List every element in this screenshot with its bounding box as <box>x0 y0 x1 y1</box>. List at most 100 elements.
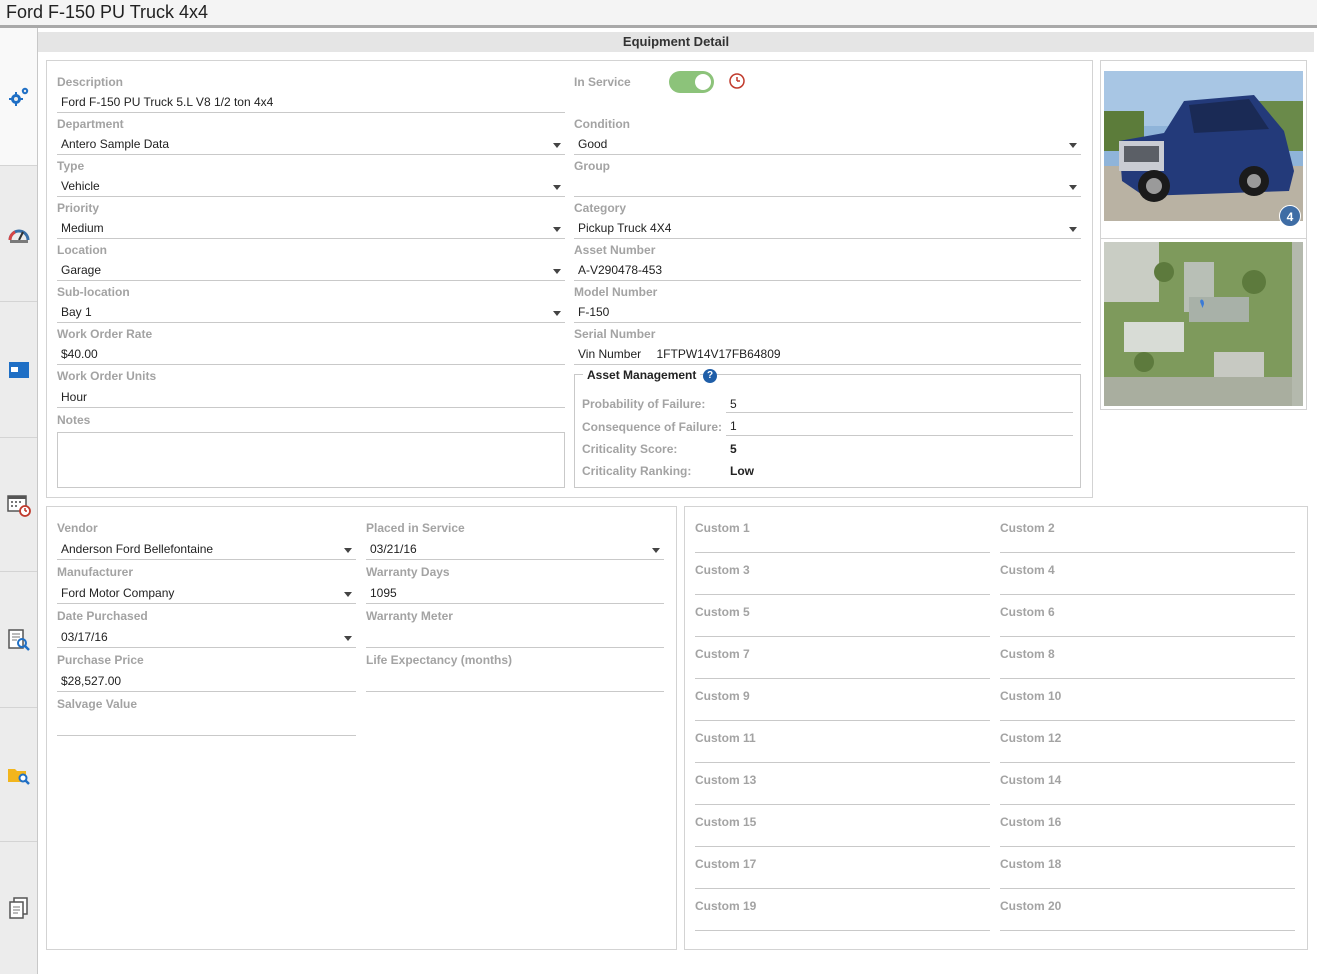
life-expectancy-field[interactable] <box>366 672 664 692</box>
sidebar-item-copy-document[interactable] <box>0 842 37 974</box>
warranty-days-label: Warranty Days <box>366 565 450 579</box>
map-panel[interactable] <box>1100 238 1307 410</box>
sidebar-item-equipment-detail[interactable] <box>0 28 37 166</box>
priority-value: Medium <box>61 221 104 235</box>
custom-13-field[interactable] <box>695 785 990 805</box>
location-dropdown[interactable]: Garage <box>57 261 565 281</box>
consequence-of-failure-label: Consequence of Failure: <box>582 420 723 434</box>
sidebar-item-meters[interactable] <box>0 166 37 302</box>
custom-4-field[interactable] <box>1000 575 1295 595</box>
work-order-units-label: Work Order Units <box>57 369 157 383</box>
consequence-underline <box>726 435 1073 436</box>
custom-19-field[interactable] <box>695 911 990 931</box>
date-purchased-label: Date Purchased <box>57 609 148 623</box>
priority-dropdown[interactable]: Medium <box>57 219 565 239</box>
model-number-field[interactable]: F-150 <box>574 303 1081 323</box>
consequence-of-failure-value[interactable]: 1 <box>730 419 737 433</box>
department-dropdown[interactable]: Antero Sample Data <box>57 135 565 155</box>
priority-label: Priority <box>57 201 100 215</box>
sidebar-item-folder-search[interactable] <box>0 708 37 842</box>
date-purchased-value: 03/17/16 <box>61 630 108 644</box>
chevron-down-icon <box>344 636 352 641</box>
warranty-days-field[interactable]: 1095 <box>366 584 664 604</box>
probability-of-failure-value[interactable]: 5 <box>730 397 737 411</box>
document-search-icon <box>7 628 30 651</box>
custom-7-field[interactable] <box>695 659 990 679</box>
custom-fields-panel: Custom 1 Custom 2 Custom 3 Custom 4 Custom 5… <box>684 506 1308 950</box>
manufacturer-dropdown[interactable]: Ford Motor Company <box>57 584 356 604</box>
model-number-value: F-150 <box>578 305 610 319</box>
custom-18-field[interactable] <box>1000 869 1295 889</box>
vehicle-photo[interactable] <box>1104 71 1303 221</box>
main-content: Equipment Detail Description Ford F-150 … <box>38 28 1317 974</box>
work-order-rate-label: Work Order Rate <box>57 327 153 341</box>
custom-5-field[interactable] <box>695 617 990 637</box>
salvage-value-field[interactable] <box>57 716 356 736</box>
group-label: Group <box>574 159 610 173</box>
window-title: Ford F-150 PU Truck 4x4 <box>6 2 209 22</box>
serial-number-value: 1FTPW14V17FB64809 <box>656 347 781 361</box>
date-purchased-dropdown[interactable]: 03/17/16 <box>57 628 356 648</box>
custom-20-field[interactable] <box>1000 911 1295 931</box>
warranty-meter-field[interactable] <box>366 628 664 648</box>
notes-textarea[interactable] <box>57 432 565 488</box>
custom-6-field[interactable] <box>1000 617 1295 637</box>
description-field[interactable]: Ford F-150 PU Truck 5.L V8 1/2 ton 4x4 <box>57 93 565 113</box>
type-dropdown[interactable]: Vehicle <box>57 177 565 197</box>
vendor-label: Vendor <box>57 521 98 535</box>
sidebar-item-window[interactable] <box>0 302 37 438</box>
custom-16-field[interactable] <box>1000 827 1295 847</box>
location-label: Location <box>57 243 107 257</box>
vendor-dropdown[interactable]: Anderson Ford Bellefontaine <box>57 540 356 560</box>
chevron-down-icon <box>1069 143 1077 148</box>
gears-icon <box>8 87 28 106</box>
sub-location-label: Sub-location <box>57 285 130 299</box>
custom-14-field[interactable] <box>1000 785 1295 805</box>
asset-number-field[interactable]: A-V290478-453 <box>574 261 1081 281</box>
photo-panel[interactable]: 4 <box>1100 60 1307 260</box>
purchase-price-field[interactable]: $28,527.00 <box>57 672 356 692</box>
department-label: Department <box>57 117 124 131</box>
in-service-toggle[interactable] <box>669 71 714 93</box>
serial-number-prefix: Vin Number <box>578 347 642 361</box>
sub-location-dropdown[interactable]: Bay 1 <box>57 303 565 323</box>
probability-of-failure-label: Probability of Failure: <box>582 397 706 411</box>
work-order-units-field[interactable]: Hour <box>57 388 565 408</box>
serial-number-field[interactable]: Vin Number 1FTPW14V17FB64809 <box>574 345 1081 365</box>
criticality-score-label: Criticality Score: <box>582 442 678 456</box>
manufacturer-value: Ford Motor Company <box>61 586 175 600</box>
help-icon[interactable]: ? <box>703 369 717 383</box>
satellite-map[interactable] <box>1104 242 1303 406</box>
folder-search-icon <box>7 768 30 785</box>
custom-1-field[interactable] <box>695 533 990 553</box>
custom-8-field[interactable] <box>1000 659 1295 679</box>
custom-15-field[interactable] <box>695 827 990 847</box>
condition-dropdown[interactable]: Good <box>574 135 1081 155</box>
asset-number-label: Asset Number <box>574 243 656 257</box>
group-dropdown[interactable] <box>574 177 1081 197</box>
type-value: Vehicle <box>61 179 100 193</box>
custom-11-field[interactable] <box>695 743 990 763</box>
chevron-down-icon <box>553 227 561 232</box>
location-value: Garage <box>61 263 102 277</box>
custom-12-field[interactable] <box>1000 743 1295 763</box>
life-expectancy-label: Life Expectancy (months) <box>366 653 513 667</box>
custom-9-field[interactable] <box>695 701 990 721</box>
custom-17-field[interactable] <box>695 869 990 889</box>
chevron-down-icon <box>1069 227 1077 232</box>
photo-count-badge[interactable]: 4 <box>1279 205 1301 227</box>
custom-10-field[interactable] <box>1000 701 1295 721</box>
custom-3-field[interactable] <box>695 575 990 595</box>
department-value: Antero Sample Data <box>61 137 170 151</box>
sidebar-item-schedule[interactable] <box>0 438 37 572</box>
warranty-days-value: 1095 <box>370 586 397 600</box>
sidebar <box>0 28 38 974</box>
work-order-rate-field[interactable]: $40.00 <box>57 345 565 365</box>
placed-in-service-dropdown[interactable]: 03/21/16 <box>366 540 664 560</box>
gauge-icon <box>8 229 29 243</box>
sidebar-item-document-search[interactable] <box>0 572 37 708</box>
category-dropdown[interactable]: Pickup Truck 4X4 <box>574 219 1081 239</box>
calendar-clock-icon <box>6 494 31 517</box>
clock-icon[interactable] <box>728 72 746 90</box>
custom-2-field[interactable] <box>1000 533 1295 553</box>
